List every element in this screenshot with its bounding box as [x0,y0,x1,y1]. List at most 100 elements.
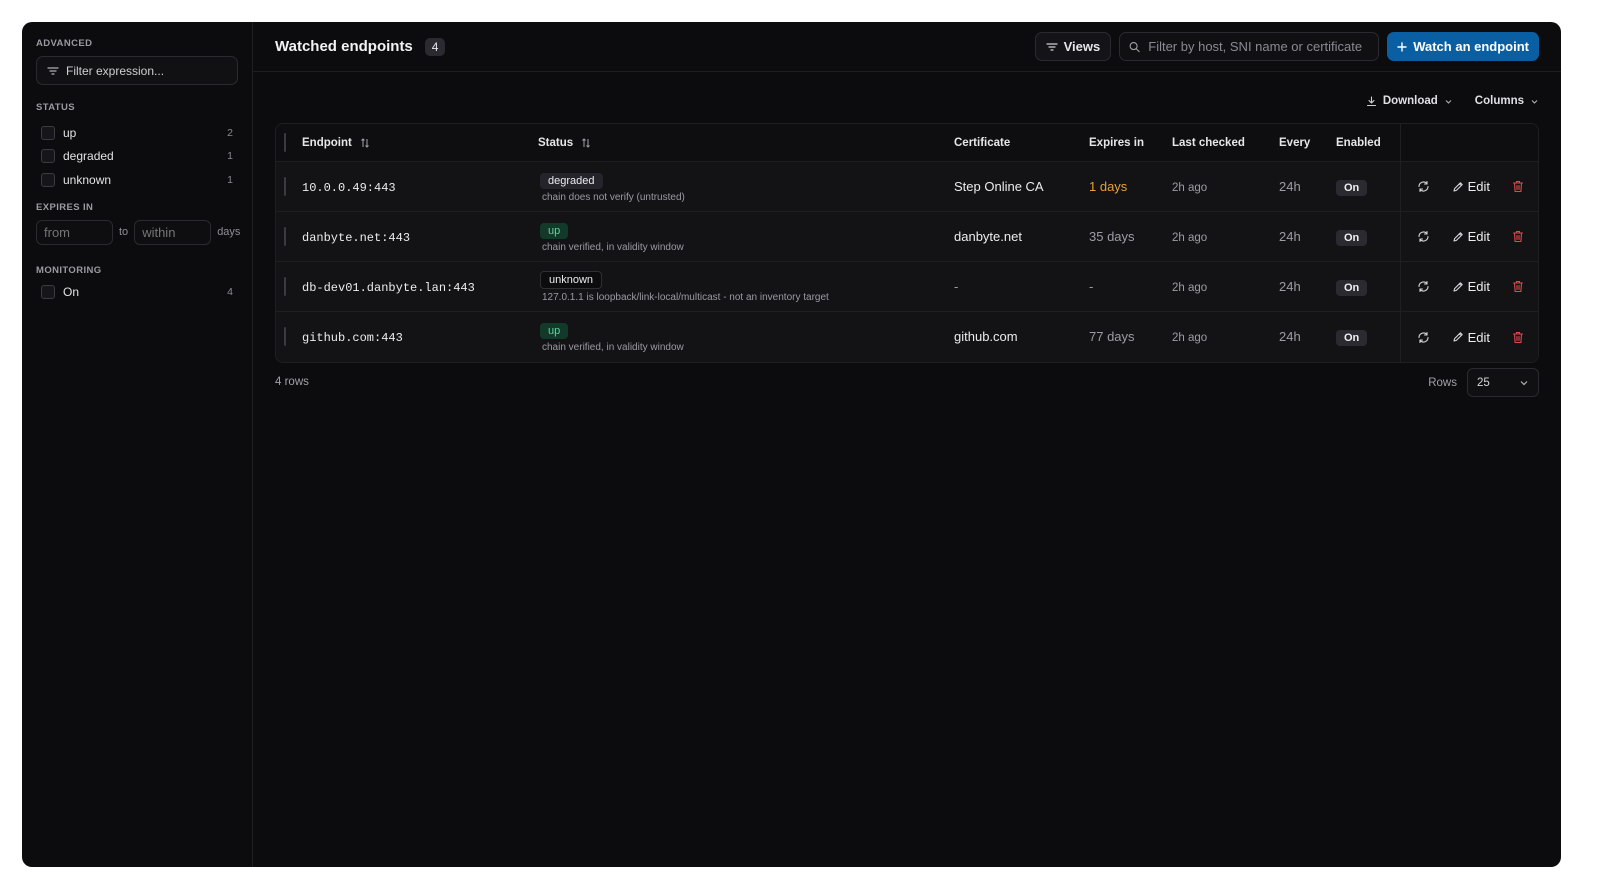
last-checked-cell: 2h ago [1172,181,1208,194]
download-button[interactable]: Download [1366,95,1453,107]
table-row: db-dev01.danbyte.lan:443 unknown 127.0.1… [276,262,1538,312]
trash-icon [1512,180,1524,193]
edit-label: Edit [1467,329,1490,345]
status-detail: chain verified, in validity window [542,241,684,253]
monitoring-facet-on[interactable]: On 4 [36,281,238,305]
watch-endpoint-label: Watch an endpoint [1413,39,1529,54]
download-label: Download [1382,95,1438,107]
refresh-button[interactable] [1417,230,1430,243]
row-actions: Edit [1400,262,1538,311]
pencil-icon [1453,332,1463,342]
select-all-checkbox[interactable] [284,132,286,152]
status-badge: degraded [540,172,603,189]
filter-expression-input[interactable]: Filter expression... [36,56,238,85]
row-checkbox[interactable] [284,176,286,196]
filter-expression-placeholder: Filter expression... [66,63,165,78]
column-label: Status [538,136,574,149]
endpoint-cell[interactable]: github.com:443 [302,331,403,345]
enabled-toggle[interactable]: On [1336,179,1368,196]
enabled-toggle[interactable]: On [1336,279,1368,296]
refresh-icon [1418,230,1429,243]
certificate-cell: github.com [954,329,1018,344]
table-row: github.com:443 up chain verified, in val… [276,312,1538,362]
download-icon [1366,95,1376,106]
checkbox[interactable] [41,149,55,164]
every-cell: 24h [1279,329,1301,344]
expires-range: to days [36,219,240,245]
edit-button[interactable]: Edit [1452,229,1490,244]
column-header-certificate: Certificate [954,136,1011,149]
chevron-down-icon [1531,99,1538,104]
column-header-expires: Expires in [1089,136,1144,149]
pencil-icon [1453,181,1463,192]
facet-count: 2 [227,126,233,139]
refresh-icon [1418,280,1429,293]
views-button[interactable]: Views [1034,32,1112,61]
expires-from-input[interactable] [36,219,113,245]
checkbox[interactable] [41,172,55,187]
delete-button[interactable] [1512,280,1524,293]
refresh-button[interactable] [1417,180,1430,193]
views-label: Views [1063,39,1101,54]
search-icon [1129,41,1140,52]
status-facet-degraded[interactable]: degraded 1 [36,145,238,169]
row-checkbox[interactable] [284,226,286,246]
every-cell: 24h [1279,178,1301,194]
pencil-icon [1453,281,1463,292]
every-cell: 24h [1279,278,1301,294]
monitoring-facet-list: On 4 [36,281,238,305]
expires-within-input[interactable] [134,219,212,245]
edit-button[interactable]: Edit [1452,330,1490,345]
endpoints-table: Endpoint Status Certificate Expires in L… [275,123,1539,363]
column-header-status[interactable]: Status [538,137,954,149]
watch-endpoint-button[interactable]: Watch an endpoint [1387,32,1539,61]
expires-cell: 35 days [1089,228,1135,244]
status-badge: up [540,222,569,239]
monitoring-section-label: MONITORING [36,264,102,276]
endpoint-cell[interactable]: 10.0.0.49:443 [302,181,396,195]
columns-label: Columns [1474,95,1524,107]
delete-button[interactable] [1512,331,1524,344]
rows-per-page-select[interactable]: 25 [1467,368,1539,397]
refresh-button[interactable] [1417,280,1430,293]
columns-button[interactable]: Columns [1475,95,1539,107]
table-header: Endpoint Status Certificate Expires in L… [276,124,1538,162]
plus-icon [1397,41,1407,52]
expires-section-label: EXPIRES IN [36,201,94,213]
enabled-toggle[interactable]: On [1336,229,1368,246]
last-checked-cell: 2h ago [1172,281,1208,294]
endpoint-cell[interactable]: danbyte.net:443 [302,231,410,245]
search-input[interactable] [1148,39,1370,54]
edit-label: Edit [1467,279,1490,294]
endpoint-cell[interactable]: db-dev01.danbyte.lan:443 [302,281,475,295]
status-facet-up[interactable]: up 2 [36,121,238,145]
app-window: ADVANCED Filter expression... STATUS up … [22,22,1561,867]
column-header-endpoint[interactable]: Endpoint [302,137,538,149]
last-checked-cell: 2h ago [1172,332,1208,344]
sort-icon [360,137,369,148]
expires-cell: 77 days [1089,329,1135,344]
count-badge: 4 [424,37,446,56]
search-box[interactable] [1119,32,1380,61]
facet-count: 1 [227,150,233,163]
every-cell: 24h [1279,228,1301,244]
trash-icon [1512,230,1524,243]
edit-label: Edit [1467,179,1490,194]
delete-button[interactable] [1512,230,1524,243]
checkbox[interactable] [41,285,55,300]
status-facet-list: up 2 degraded 1 unknown 1 [36,121,238,192]
delete-button[interactable] [1512,180,1524,193]
row-checkbox[interactable] [284,276,286,296]
sort-icon [582,137,591,148]
edit-button[interactable]: Edit [1452,279,1490,294]
status-badge: unknown [540,271,603,289]
status-facet-unknown[interactable]: unknown 1 [36,168,238,192]
advanced-section-label: ADVANCED [36,38,93,49]
enabled-toggle[interactable]: On [1336,330,1368,346]
status-detail: chain does not verify (untrusted) [542,191,685,203]
facet-label: On [63,285,80,300]
edit-button[interactable]: Edit [1452,179,1490,194]
checkbox[interactable] [41,125,55,140]
row-checkbox[interactable] [284,327,286,346]
refresh-button[interactable] [1417,331,1430,344]
